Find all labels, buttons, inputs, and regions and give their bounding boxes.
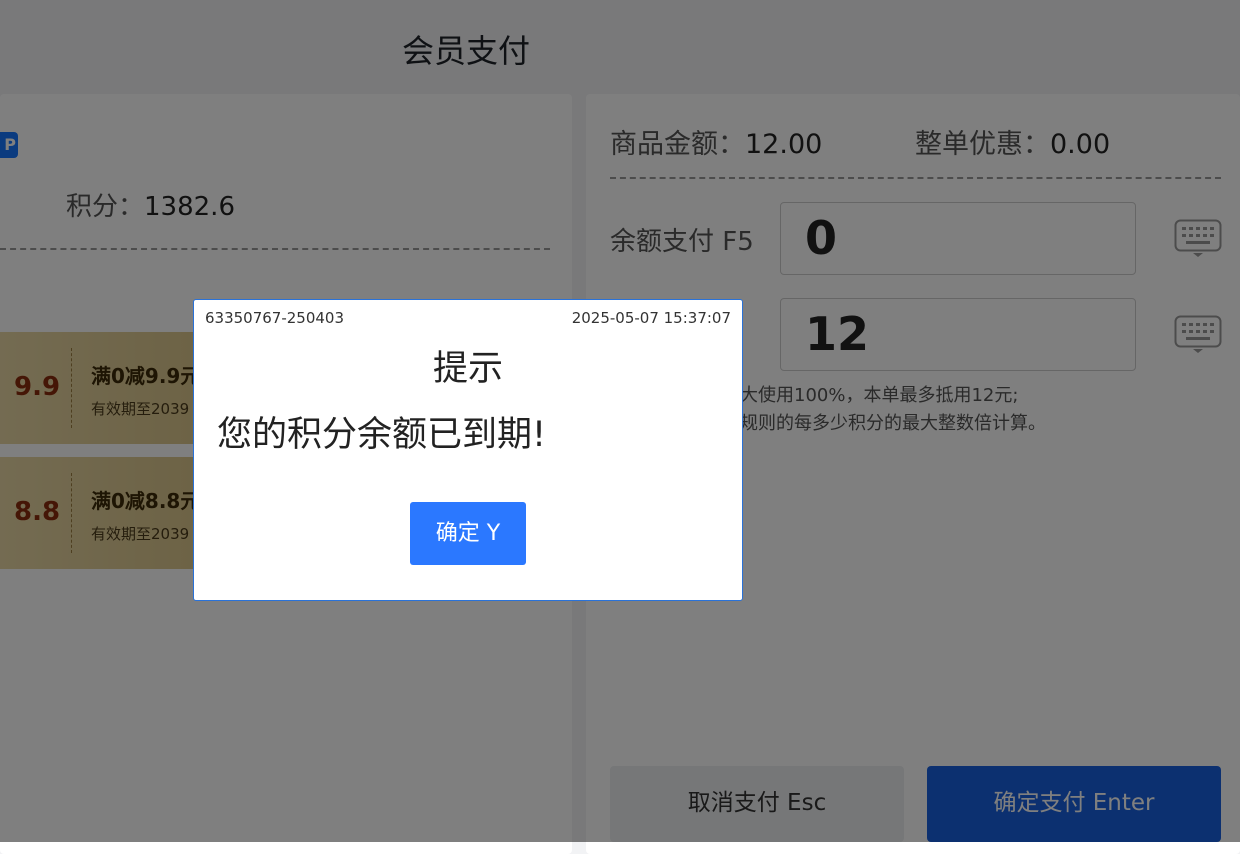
alert-dialog: 63350767-250403 2025-05-07 15:37:07 提示 您… [193, 299, 743, 601]
dialog-title: 提示 [432, 349, 503, 389]
dialog-ok-button[interactable]: 确定 Y [410, 502, 526, 565]
dialog-timestamp: 2025-05-07 15:37:07 [571, 309, 731, 327]
dialog-id: 63350767-250403 [205, 309, 345, 327]
dialog-message: 您的积分余额已到期! [217, 415, 547, 455]
